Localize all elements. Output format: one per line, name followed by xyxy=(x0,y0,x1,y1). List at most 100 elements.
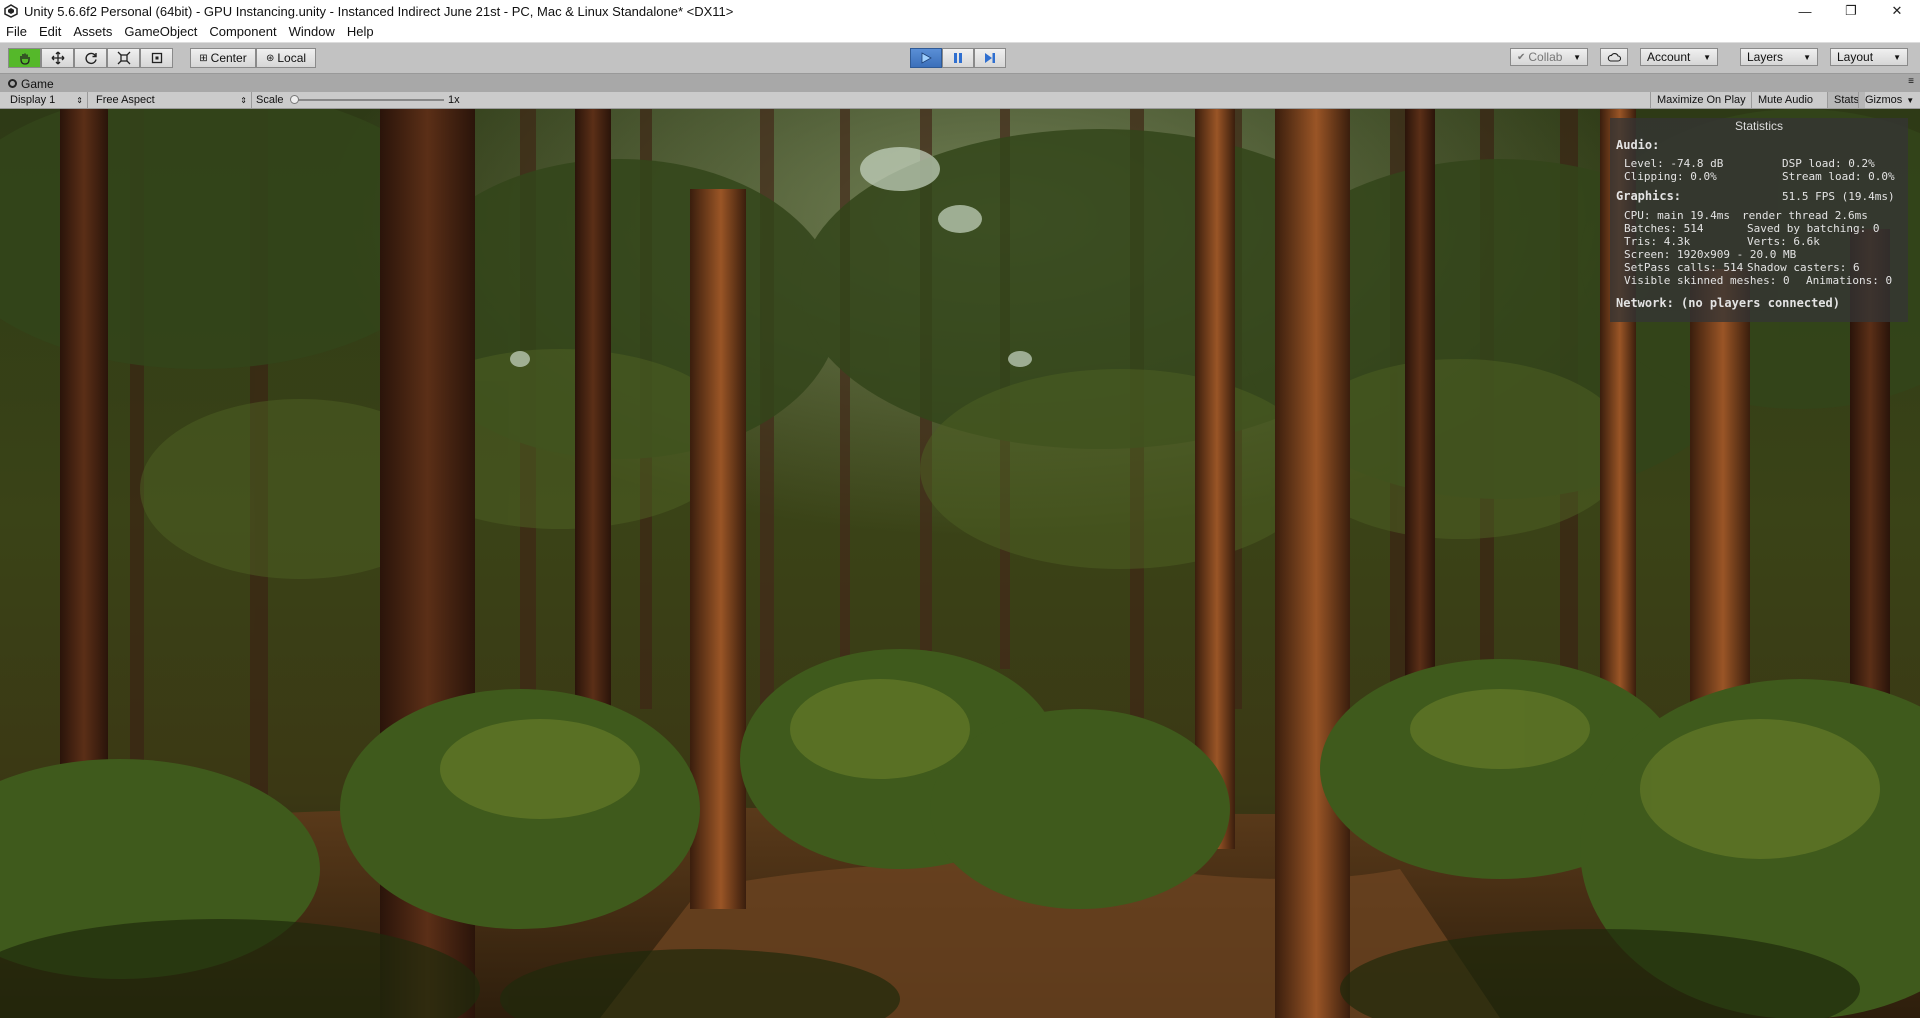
statistics-header: Statistics xyxy=(1734,119,1783,133)
close-button[interactable]: ✕ xyxy=(1874,0,1920,22)
chevron-down-icon: ▼ xyxy=(1703,52,1711,62)
rotate-icon xyxy=(84,52,97,65)
shadow-casters: Shadow casters: 6 xyxy=(1747,261,1860,274)
play-icon xyxy=(921,52,932,64)
chevron-down-icon: ▼ xyxy=(1803,52,1811,62)
play-button[interactable] xyxy=(910,48,942,68)
unity-logo-icon xyxy=(4,4,18,18)
pivot-local-label: Local xyxy=(277,51,307,65)
maximize-on-play-label: Maximize On Play xyxy=(1657,94,1746,106)
scale-value: 1x xyxy=(448,94,460,106)
layers-dropdown[interactable]: Layers ▼ xyxy=(1740,48,1818,66)
scale-label: Scale xyxy=(256,94,284,106)
step-button[interactable] xyxy=(974,48,1006,68)
layout-label: Layout xyxy=(1837,50,1874,64)
collab-label: Collab xyxy=(1528,50,1563,64)
check-icon: ✔ xyxy=(1517,51,1526,63)
aspect-dropdown[interactable]: Free Aspect ⇕ xyxy=(88,92,252,108)
render-thread: render thread 2.6ms xyxy=(1742,209,1868,222)
pause-button[interactable] xyxy=(942,48,974,68)
move-tool-button[interactable] xyxy=(41,48,74,68)
cloud-button[interactable] xyxy=(1600,48,1628,66)
chevron-down-icon: ▼ xyxy=(1893,52,1901,62)
tab-menu-icon[interactable]: ≡ xyxy=(1908,76,1914,87)
account-dropdown[interactable]: Account ▼ xyxy=(1640,48,1718,66)
audio-stream-load: Stream load: 0.0% xyxy=(1782,170,1895,183)
restore-button[interactable]: ❐ xyxy=(1828,0,1874,22)
tris: Tris: 4.3k xyxy=(1624,235,1691,248)
animations: Animations: 0 xyxy=(1806,274,1893,287)
rotate-tool-button[interactable] xyxy=(74,48,107,68)
setpass-calls: SetPass calls: 514 xyxy=(1624,261,1744,274)
scale-slider-track[interactable] xyxy=(294,99,444,101)
main-toolbar: ⊞ Center ⊛ Local ✔ Collab ▼ Account ▼ La… xyxy=(0,43,1920,74)
menu-gameobject[interactable]: GameObject xyxy=(118,22,203,42)
menu-component[interactable]: Component xyxy=(203,22,282,42)
menu-window[interactable]: Window xyxy=(283,22,341,42)
game-tab-icon xyxy=(8,79,17,88)
collab-dropdown[interactable]: ✔ Collab ▼ xyxy=(1510,48,1588,66)
display-dropdown[interactable]: Display 1 ⇕ xyxy=(0,92,88,108)
step-icon xyxy=(985,53,995,63)
game-view-bar: Display 1 ⇕ Free Aspect ⇕ Scale 1x Maxim… xyxy=(0,92,1920,109)
audio-level: Level: -74.8 dB xyxy=(1624,157,1724,170)
scale-tool-button[interactable] xyxy=(107,48,140,68)
audio-dsp-load: DSP load: 0.2% xyxy=(1782,157,1875,170)
batches: Batches: 514 xyxy=(1624,222,1704,235)
pivot-toggles: ⊞ Center ⊛ Local xyxy=(190,48,316,68)
playback-controls xyxy=(910,48,1006,68)
pivot-center-label: Center xyxy=(210,51,247,65)
game-tab-bar: Game ≡ xyxy=(0,74,1920,92)
statistics-panel: Statistics Audio: Level: -74.8 dB Clippi… xyxy=(1610,118,1908,322)
chevron-updown-icon: ⇕ xyxy=(240,95,247,105)
stats-label: Stats xyxy=(1834,94,1860,106)
pivot-local-button[interactable]: ⊛ Local xyxy=(256,48,316,68)
layers-label: Layers xyxy=(1747,50,1784,64)
graphics-fps: 51.5 FPS (19.4ms) xyxy=(1782,190,1895,203)
pause-icon xyxy=(954,53,962,63)
cpu-main: CPU: main 19.4ms xyxy=(1624,209,1730,222)
menu-bar: File Edit Assets GameObject Component Wi… xyxy=(0,22,1920,43)
scale-control: Scale 1x xyxy=(256,92,466,108)
hand-icon xyxy=(19,53,30,65)
aspect-label: Free Aspect xyxy=(96,94,155,106)
transform-tools xyxy=(8,48,173,68)
audio-section-title: Audio: xyxy=(1616,138,1660,152)
graphics-section-title: Graphics: xyxy=(1616,189,1682,203)
network-status: Network: (no players connected) xyxy=(1616,296,1840,310)
cloud-icon xyxy=(1607,52,1621,62)
chevron-down-icon: ▼ xyxy=(1573,52,1581,62)
layout-dropdown[interactable]: Layout ▼ xyxy=(1830,48,1908,66)
scale-icon xyxy=(117,51,130,65)
pivot-icon: ⊞ xyxy=(199,52,208,64)
local-icon: ⊛ xyxy=(265,52,275,64)
menu-help[interactable]: Help xyxy=(341,22,380,42)
menu-edit[interactable]: Edit xyxy=(33,22,67,42)
display-label: Display 1 xyxy=(10,94,56,106)
move-icon xyxy=(51,51,64,65)
gizmos-dropdown[interactable]: Gizmos ▼ xyxy=(1858,92,1920,108)
chevron-updown-icon: ⇕ xyxy=(76,95,83,105)
mute-audio-label: Mute Audio xyxy=(1758,94,1814,106)
window-title: Unity 5.6.6f2 Personal (64bit) - GPU Ins… xyxy=(24,3,734,19)
menu-file[interactable]: File xyxy=(0,22,33,42)
maximize-on-play-toggle[interactable]: Maximize On Play xyxy=(1650,92,1752,108)
hand-tool-button[interactable] xyxy=(8,48,41,68)
window-title-bar: Unity 5.6.6f2 Personal (64bit) - GPU Ins… xyxy=(0,0,1920,22)
account-label: Account xyxy=(1647,50,1691,64)
scale-slider-handle[interactable] xyxy=(290,95,299,104)
mute-audio-toggle[interactable]: Mute Audio xyxy=(1751,92,1819,108)
chevron-down-icon: ▼ xyxy=(1906,95,1915,105)
menu-assets[interactable]: Assets xyxy=(67,22,118,42)
rect-tool-button[interactable] xyxy=(140,48,173,68)
minimize-button[interactable]: — xyxy=(1782,0,1828,22)
rect-transform-icon xyxy=(151,52,162,64)
gizmos-label: Gizmos xyxy=(1865,94,1903,106)
audio-clipping: Clipping: 0.0% xyxy=(1624,170,1717,183)
pivot-center-button[interactable]: ⊞ Center xyxy=(190,48,256,68)
verts: Verts: 6.6k xyxy=(1747,235,1820,248)
visible-skinned-meshes: Visible skinned meshes: 0 xyxy=(1624,274,1790,287)
game-tab[interactable]: Game xyxy=(4,75,58,92)
screen-info: Screen: 1920x909 - 20.0 MB xyxy=(1624,248,1797,261)
game-tab-label: Game xyxy=(21,76,54,91)
